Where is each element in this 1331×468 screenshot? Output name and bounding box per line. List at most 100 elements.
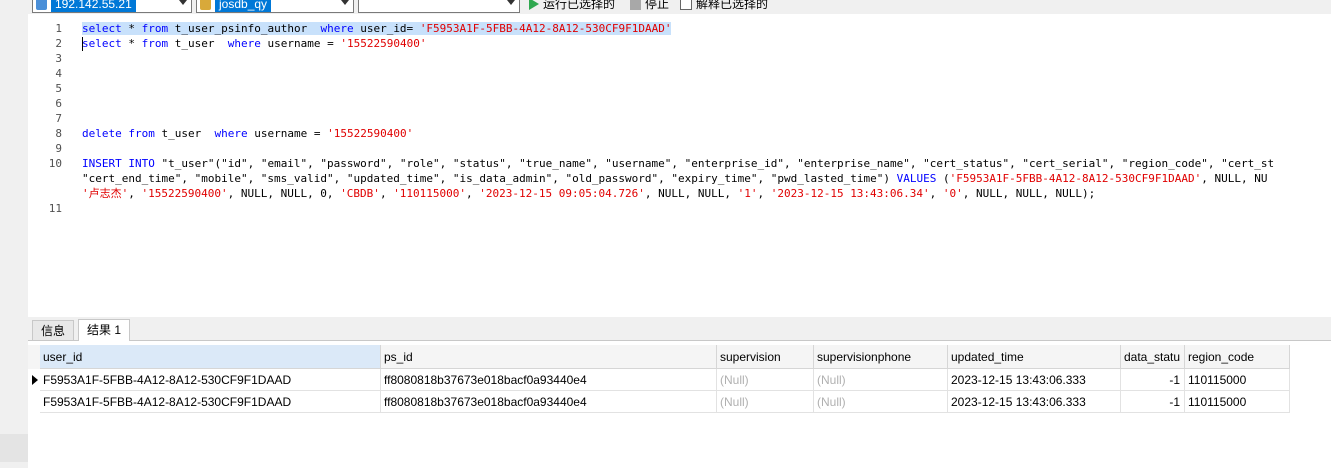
line-number: 6 bbox=[55, 97, 62, 110]
sql-editor[interactable]: 1 2 3 4 5 6 7 8 9 10 11 select * from t_user_psinf… bbox=[28, 14, 1331, 317]
cell-data-status[interactable]: -1 bbox=[1121, 391, 1185, 413]
chevron-down-icon[interactable] bbox=[507, 0, 515, 5]
cell-data-status[interactable]: -1 bbox=[1121, 369, 1185, 391]
table-row[interactable]: F5953A1F-5FBB-4A12-8A12-530CF9F1DAAD ff8… bbox=[28, 369, 1290, 391]
play-icon bbox=[529, 0, 539, 10]
cell-user-id[interactable]: F5953A1F-5FBB-4A12-8A12-530CF9F1DAAD bbox=[40, 391, 381, 413]
sql-string: '2023-12-15 13:43:06.34' bbox=[770, 187, 930, 200]
cell-supervisionphone[interactable]: (Null) bbox=[814, 369, 948, 391]
sql-text: , bbox=[757, 187, 771, 200]
sql-text: "t_user"("id", "email", "password", "rol… bbox=[154, 157, 1275, 170]
sql-text: , NULL, NU bbox=[1201, 172, 1268, 185]
sql-keyword: delete bbox=[82, 127, 122, 140]
sql-string: 'F5953A1F-5FBB-4A12-8A12-530CF9F1DAAD' bbox=[949, 172, 1202, 185]
sql-text: , bbox=[466, 187, 480, 200]
column-header-supervisionphone[interactable]: supervisionphone bbox=[814, 345, 948, 369]
sql-text: * bbox=[121, 22, 142, 35]
chevron-down-icon[interactable] bbox=[341, 0, 349, 5]
sql-string: '110115000' bbox=[393, 187, 467, 200]
database-select[interactable]: josdb_qy bbox=[196, 0, 354, 13]
sql-string: '1' bbox=[737, 187, 758, 200]
code-line[interactable]: '卢志杰', '15522590400', NULL, NULL, 0, 'CB… bbox=[82, 187, 1095, 201]
sql-text: username = bbox=[260, 37, 341, 50]
line-number: 3 bbox=[55, 52, 62, 65]
sql-text: ( bbox=[936, 172, 950, 185]
result-tabs: 信息 结果 1 bbox=[28, 317, 1331, 341]
sql-keyword: where bbox=[320, 22, 354, 35]
tab-result-1[interactable]: 结果 1 bbox=[78, 319, 131, 341]
explain-selected-button[interactable]: 解释已选择的 bbox=[680, 0, 768, 12]
database-value: josdb_qy bbox=[215, 0, 272, 12]
sql-text: user_id= bbox=[353, 22, 420, 35]
column-header-user-id[interactable]: user_id bbox=[40, 345, 381, 369]
code-line[interactable]: INSERT INTO "t_user"("id", "email", "pas… bbox=[82, 157, 1274, 171]
column-header-data-status[interactable]: data_statu bbox=[1121, 345, 1185, 369]
cell-region-code[interactable]: 110115000 bbox=[1185, 391, 1290, 413]
column-header-supervision[interactable]: supervision bbox=[717, 345, 814, 369]
result-grid[interactable]: user_id ps_id supervision supervisionpho… bbox=[28, 345, 1331, 468]
line-number: 11 bbox=[48, 202, 62, 215]
code-line[interactable]: select * from t_user_psinfo_author where… bbox=[82, 22, 672, 36]
column-header-region-code[interactable]: region_code bbox=[1185, 345, 1290, 369]
cell-ps-id[interactable]: ff8080818b37673e018bacf0a93440e4 bbox=[381, 391, 717, 413]
sql-text: t_user_psinfo_author bbox=[168, 22, 321, 35]
table-row[interactable]: F5953A1F-5FBB-4A12-8A12-530CF9F1DAAD ff8… bbox=[28, 391, 1290, 413]
column-header-ps-id[interactable]: ps_id bbox=[381, 345, 717, 369]
sql-string: '15522590400' bbox=[327, 127, 414, 140]
line-number: 8 bbox=[55, 127, 62, 140]
sql-text: , bbox=[929, 187, 943, 200]
cell-user-id[interactable]: F5953A1F-5FBB-4A12-8A12-530CF9F1DAAD bbox=[40, 369, 381, 391]
sql-string: '卢志杰' bbox=[82, 187, 129, 200]
run-selected-label: 运行已选择的 bbox=[543, 0, 616, 11]
line-number: 4 bbox=[55, 67, 62, 80]
cell-updated-time[interactable]: 2023-12-15 13:43:06.333 bbox=[948, 391, 1121, 413]
line-number: 9 bbox=[55, 142, 62, 155]
sql-keyword: select bbox=[82, 22, 122, 35]
cell-supervision[interactable]: (Null) bbox=[717, 391, 814, 413]
column-header-updated-time[interactable]: updated_time bbox=[948, 345, 1121, 369]
sql-text: , NULL, NULL, NULL); bbox=[962, 187, 1096, 200]
cell-ps-id[interactable]: ff8080818b37673e018bacf0a93440e4 bbox=[381, 369, 717, 391]
cell-updated-time[interactable]: 2023-12-15 13:43:06.333 bbox=[948, 369, 1121, 391]
stop-button[interactable]: 停止 bbox=[630, 0, 669, 12]
explain-icon bbox=[680, 0, 692, 10]
explain-selected-label: 解释已选择的 bbox=[696, 0, 769, 11]
sql-string: '0' bbox=[942, 187, 963, 200]
text-caret bbox=[82, 37, 83, 51]
row-pointer-icon bbox=[32, 375, 38, 385]
stop-icon bbox=[630, 0, 641, 10]
code-line[interactable]: "cert_end_time", "mobile", "sms_valid", … bbox=[82, 172, 1267, 186]
sql-keyword: INSERT INTO bbox=[82, 157, 155, 170]
sql-string: 'CBDB' bbox=[340, 187, 380, 200]
sql-text: t_user bbox=[168, 37, 228, 50]
sql-string: '15522590400' bbox=[141, 187, 228, 200]
chevron-down-icon[interactable] bbox=[179, 0, 187, 5]
tab-info[interactable]: 信息 bbox=[32, 320, 75, 340]
sql-string: '15522590400' bbox=[340, 37, 427, 50]
cell-supervisionphone[interactable]: (Null) bbox=[814, 391, 948, 413]
sql-keyword: where bbox=[214, 127, 248, 140]
sql-text: , bbox=[379, 187, 394, 200]
connection-select[interactable]: 192.142.55.21 bbox=[32, 0, 192, 13]
stop-label: 停止 bbox=[645, 0, 670, 11]
line-number: 10 bbox=[48, 157, 62, 170]
sql-keyword: where bbox=[227, 37, 261, 50]
sql-keyword: from bbox=[141, 37, 169, 50]
query-toolbar: 192.142.55.21 josdb_qy 运行已选择的 停止 解释已选择的 bbox=[0, 0, 1331, 14]
left-panel-marker bbox=[0, 434, 28, 462]
sql-text: username = bbox=[247, 127, 328, 140]
database-icon bbox=[200, 0, 211, 10]
line-number: 2 bbox=[55, 37, 62, 50]
sql-keyword: select bbox=[82, 37, 122, 50]
cell-region-code[interactable]: 110115000 bbox=[1185, 369, 1290, 391]
connection-value: 192.142.55.21 bbox=[51, 0, 136, 12]
schema-select[interactable] bbox=[358, 0, 520, 13]
run-selected-button[interactable]: 运行已选择的 bbox=[529, 0, 615, 12]
line-number: 7 bbox=[55, 112, 62, 125]
sql-text: , bbox=[128, 187, 142, 200]
cell-supervision[interactable]: (Null) bbox=[717, 369, 814, 391]
sql-text: * bbox=[121, 37, 142, 50]
code-line[interactable]: select * from t_user where username = '1… bbox=[82, 37, 426, 51]
code-line[interactable]: delete from t_user where username = '155… bbox=[82, 127, 413, 141]
grid-header: user_id ps_id supervision supervisionpho… bbox=[28, 345, 1290, 369]
